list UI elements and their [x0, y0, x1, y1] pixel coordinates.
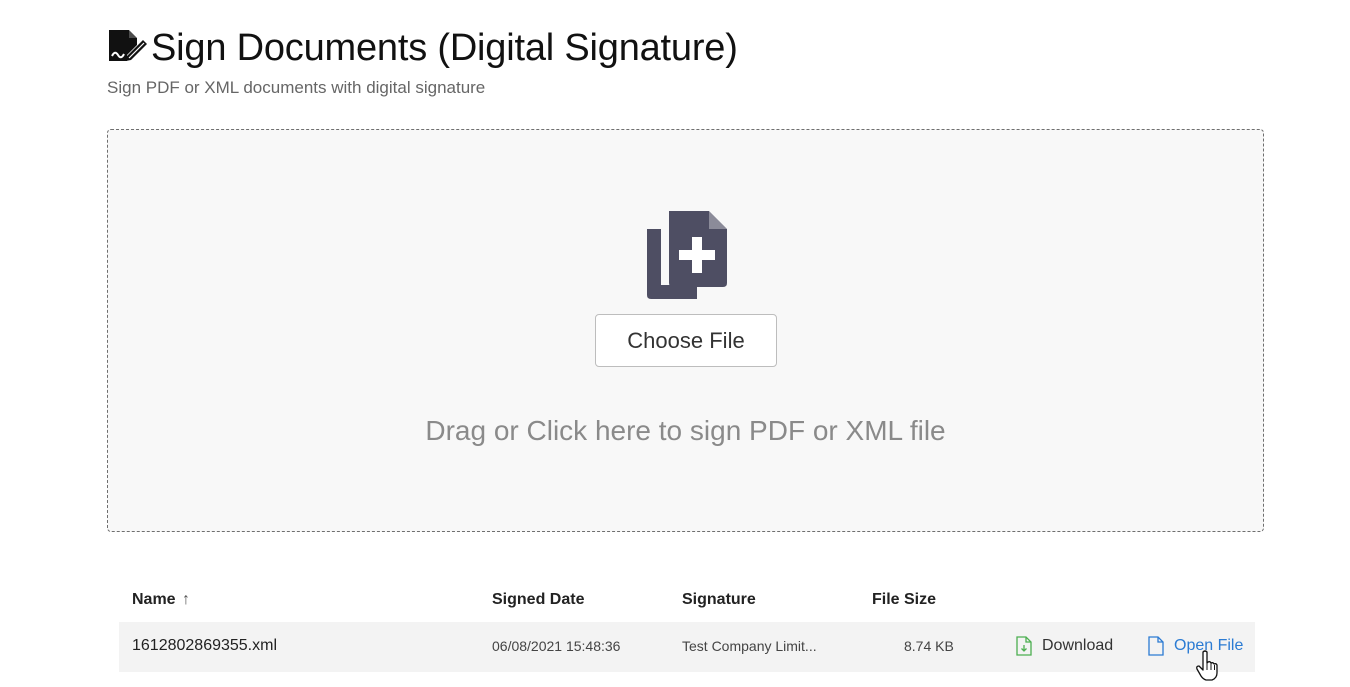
download-label: Download: [1042, 637, 1114, 654]
cell-file-size: 8.74 KB: [904, 638, 954, 654]
documents-table: Name ↑ Signed Date Signature File Size 1…: [119, 578, 1255, 681]
column-header-name[interactable]: Name ↑: [132, 591, 190, 609]
table-row[interactable]: 1612802869355.xml 06/08/2021 15:48:36 Te…: [119, 622, 1255, 681]
table-header: Name ↑ Signed Date Signature File Size: [119, 578, 1255, 622]
signature-doc-icon: [107, 28, 149, 68]
column-header-file-size[interactable]: File Size: [872, 591, 936, 609]
cell-signature: Test Company Limit...: [682, 638, 817, 654]
title-row: Sign Documents (Digital Signature): [107, 26, 738, 70]
download-button[interactable]: Download: [1015, 636, 1113, 656]
page-title: Sign Documents (Digital Signature): [151, 27, 738, 69]
sort-asc-icon: ↑: [182, 591, 191, 608]
cell-name: 1612802869355.xml: [132, 637, 278, 654]
file-dropzone[interactable]: Choose File Drag or Click here to sign P…: [107, 129, 1264, 532]
page-header: Sign Documents (Digital Signature) Sign …: [107, 26, 738, 98]
column-header-signed-date[interactable]: Signed Date: [492, 591, 584, 609]
column-header-signature[interactable]: Signature: [682, 591, 756, 609]
file-download-icon: [1016, 636, 1032, 656]
hand-pointer-icon: [1195, 650, 1221, 682]
file-open-icon: [1148, 636, 1164, 656]
cell-signed-date: 06/08/2021 15:48:36: [492, 638, 621, 654]
dropzone-hint: Drag or Click here to sign PDF or XML fi…: [425, 415, 946, 446]
file-add-icon: [645, 207, 731, 303]
page-subtitle: Sign PDF or XML documents with digital s…: [107, 78, 486, 97]
column-label-name: Name: [132, 591, 176, 608]
choose-file-button[interactable]: Choose File: [595, 314, 777, 367]
